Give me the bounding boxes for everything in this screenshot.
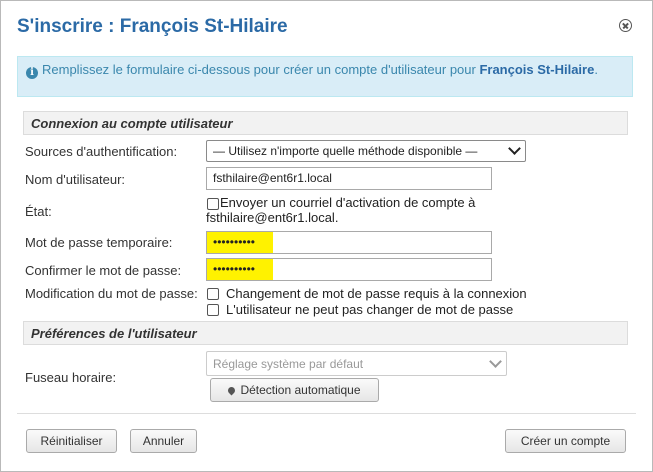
info-user-name: François St-Hilaire: [479, 62, 595, 77]
info-text: Remplissez le formulaire ci-dessous pour…: [42, 62, 480, 77]
state-label: État:: [25, 204, 52, 219]
temp-password-label: Mot de passe temporaire:: [25, 235, 173, 250]
auth-sources-value: — Utilisez n'importe quelle méthode disp…: [213, 144, 478, 158]
cannot-change-password-checkbox[interactable]: [207, 304, 219, 316]
auth-sources-label: Sources d'authentification:: [25, 144, 178, 159]
confirm-password-value: ••••••••••: [213, 262, 256, 276]
temp-password-field[interactable]: ••••••••••: [206, 231, 492, 254]
confirm-password-field[interactable]: ••••••••••: [206, 258, 492, 281]
confirm-password-label: Confirmer le mot de passe:: [25, 263, 182, 278]
dialog-title: S'inscrire : François St-Hilaire: [17, 16, 288, 37]
timezone-placeholder: Réglage système par défaut: [213, 357, 364, 371]
info-icon: i: [26, 67, 38, 79]
register-dialog: S'inscrire : François St-Hilaire i Rempli…: [0, 0, 653, 472]
auth-sources-select[interactable]: — Utilisez n'importe quelle méthode disp…: [206, 140, 526, 162]
username-label: Nom d'utilisateur:: [25, 172, 126, 187]
timezone-select[interactable]: Réglage système par défaut: [206, 351, 507, 376]
info-suffix: .: [594, 62, 598, 77]
chevron-down-icon: [508, 142, 521, 155]
create-account-button[interactable]: Créer un compte: [505, 429, 626, 453]
section-user-preferences: Préférences de l'utilisateur: [23, 321, 628, 345]
section-account-login: Connexion au compte utilisateur: [23, 111, 628, 135]
reset-button[interactable]: Réinitialiser: [26, 429, 117, 453]
require-password-change-checkbox[interactable]: [207, 288, 219, 300]
cannot-change-password-text: L'utilisateur ne peut pas changer de mot…: [226, 302, 514, 317]
username-field[interactable]: fsthilaire@ent6r1.local: [206, 167, 492, 190]
temp-password-value: ••••••••••: [213, 235, 256, 249]
chevron-down-icon: [489, 355, 502, 368]
auto-detect-button[interactable]: Détection automatique: [210, 378, 379, 402]
close-icon[interactable]: [619, 19, 632, 32]
require-password-change-text: Changement de mot de passe requis à la c…: [226, 286, 527, 301]
map-marker-icon: [227, 385, 237, 396]
timezone-label: Fuseau horaire:: [25, 370, 117, 385]
auto-detect-label: Détection automatique: [240, 383, 361, 397]
dialog-titlebar: S'inscrire : François St-Hilaire: [1, 1, 652, 53]
password-change-label: Modification du mot de passe:: [25, 286, 198, 301]
send-activation-text: Envoyer un courriel d'activation de comp…: [206, 195, 476, 225]
cancel-button[interactable]: Annuler: [130, 429, 197, 453]
info-alert: i Remplissez le formulaire ci-dessous pou…: [17, 56, 633, 97]
footer-divider: [17, 413, 636, 414]
